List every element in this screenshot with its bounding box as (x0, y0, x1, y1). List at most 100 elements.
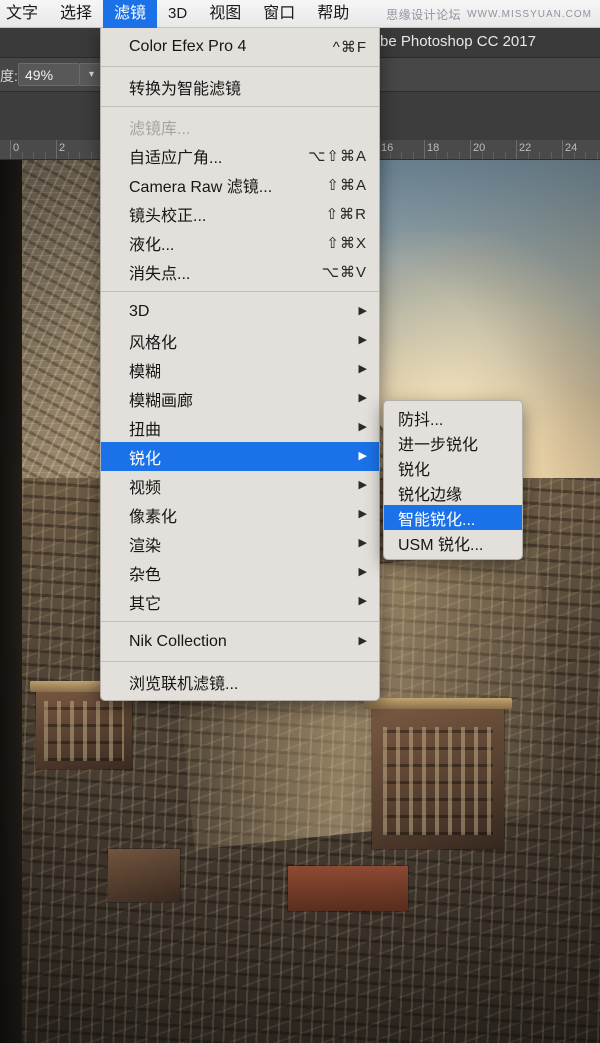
menu-item[interactable]: 模糊画廊 ▶ (101, 384, 379, 413)
sharpen-submenu[interactable]: 防抖... 进一步锐化锐化 锐化边缘智能锐化... USM 锐化... (383, 400, 523, 560)
menubar-item-select[interactable]: 选择 (49, 0, 103, 28)
menu-item-label: Color Efex Pro 4 (129, 37, 247, 55)
ruler-tick-minor (412, 152, 414, 159)
menubar-item-filter[interactable]: 滤镜 (103, 0, 158, 28)
menu-item-label: 浏览联机滤镜... (129, 675, 239, 693)
ruler-tick-minor (44, 152, 46, 159)
ruler-label: 2 (59, 142, 66, 154)
menu-separator (101, 106, 379, 107)
menu-item[interactable]: 其它 ▶ (101, 587, 379, 616)
menu-item-shortcut: ^⌘F (332, 38, 367, 56)
filter-menu[interactable]: Color Efex Pro 4 ^⌘F 转换为智能滤镜滤镜库... 自适应广角...… (100, 28, 380, 701)
watermark-en: WWW.MISSYUAN.COM (467, 8, 592, 20)
menu-separator (101, 621, 379, 622)
ruler-tick-minor (401, 152, 402, 159)
menu-item-label: 防抖... (398, 411, 444, 429)
menubar-item-window[interactable]: 窗口 (252, 0, 306, 28)
menu-item[interactable]: 3D ▶ (101, 297, 379, 326)
menu-item-label: 像素化 (129, 508, 178, 526)
ruler-label: 0 (13, 142, 20, 154)
ruler-tick-major (470, 140, 471, 159)
ruler-tick-minor (493, 152, 494, 159)
menu-item-label: 自适应广角... (129, 149, 223, 167)
menu-item[interactable]: 镜头校正... ⇧⌘R (101, 199, 379, 228)
menu-item[interactable]: 液化... ⇧⌘X (101, 228, 379, 257)
menu-item-label: 杂色 (129, 566, 162, 584)
menu-item[interactable]: 防抖... (384, 405, 522, 430)
menu-item[interactable]: 浏览联机滤镜... (101, 667, 379, 696)
menu-item[interactable]: Nik Collection ▶ (101, 627, 379, 656)
menu-item-label: 滤镜库... (129, 120, 191, 138)
menu-item-label: 渲染 (129, 537, 162, 555)
menu-separator (101, 291, 379, 292)
menu-item-label: 风格化 (129, 334, 178, 352)
chevron-right-icon: ▶ (358, 595, 367, 607)
menu-item[interactable]: USM 锐化... (384, 530, 522, 555)
ruler-tick-major (516, 140, 517, 159)
menu-item[interactable]: 视频 ▶ (101, 471, 379, 500)
menubar-item-3d[interactable]: 3D (157, 0, 198, 28)
menu-item-label: 锐化 (129, 450, 162, 468)
chevron-right-icon: ▶ (358, 479, 367, 491)
watermark-cn: 思缘设计论坛 (386, 7, 462, 22)
menubar-item-view[interactable]: 视图 (198, 0, 252, 28)
ruler-label: 20 (473, 142, 486, 154)
menu-item-label: 锐化 (398, 461, 431, 479)
ruler-tick-minor (447, 152, 448, 159)
menu-item[interactable]: 像素化 ▶ (101, 500, 379, 529)
menu-item-label: 消失点... (129, 265, 191, 283)
opacity-input[interactable]: 49% (18, 63, 80, 86)
menubar-item-help[interactable]: 帮助 (306, 0, 360, 28)
chevron-right-icon: ▶ (358, 305, 367, 317)
menu-item-shortcut: ⌥⇧⌘A (308, 147, 367, 165)
ruler-tick-minor (585, 152, 586, 159)
chevron-right-icon: ▶ (358, 363, 367, 375)
menu-item-label: Nik Collection (129, 632, 227, 650)
menu-item-label: 扭曲 (129, 421, 162, 439)
menu-item[interactable]: 风格化 ▶ (101, 326, 379, 355)
menu-item[interactable]: 转换为智能滤镜 (101, 72, 379, 101)
ruler-tick-minor (21, 152, 23, 159)
menu-item[interactable]: 智能锐化... (384, 505, 522, 530)
menu-item[interactable]: Color Efex Pro 4 ^⌘F (101, 32, 379, 61)
chevron-right-icon: ▶ (358, 334, 367, 346)
ruler-tick-minor (79, 152, 80, 159)
menu-item[interactable]: 消失点... ⌥⌘V (101, 257, 379, 286)
menubar-item-type[interactable]: 文字 (0, 0, 49, 28)
ruler-tick-minor (67, 152, 69, 159)
ruler-label: 18 (427, 142, 440, 154)
chevron-right-icon: ▶ (358, 566, 367, 578)
menu-item-label: USM 锐化... (398, 536, 484, 554)
ruler-label: 22 (519, 142, 532, 154)
menu-item-label: 模糊 (129, 363, 162, 381)
ruler-tick-major (562, 140, 563, 159)
ruler-tick-minor (596, 152, 598, 159)
ruler-tick-minor (539, 152, 540, 159)
menu-item-label: 液化... (129, 236, 175, 254)
opacity-label: 度: (0, 68, 18, 84)
menu-item[interactable]: 杂色 ▶ (101, 558, 379, 587)
menu-item[interactable]: 自适应广角... ⌥⇧⌘A (101, 141, 379, 170)
menu-item-label: 视频 (129, 479, 162, 497)
menu-item: 滤镜库... (101, 112, 379, 141)
menu-item[interactable]: 进一步锐化 (384, 430, 522, 455)
menu-item-label: 进一步锐化 (398, 436, 479, 454)
menu-item[interactable]: 渲染 ▶ (101, 529, 379, 558)
menu-item[interactable]: 锐化边缘 (384, 480, 522, 505)
menu-item[interactable]: 模糊 ▶ (101, 355, 379, 384)
menu-item[interactable]: 锐化 ▶ (101, 442, 379, 471)
menu-item-shortcut: ⌥⌘V (321, 263, 367, 281)
photoshop-window: be Photoshop CC 2017 度: 49% ▾ 0 2 16 18 20 22… (0, 0, 600, 1043)
menu-item-label: 智能锐化... (398, 511, 476, 529)
chevron-right-icon: ▶ (358, 421, 367, 433)
menu-item[interactable]: 锐化 (384, 455, 522, 480)
app-title: be Photoshop CC 2017 (380, 33, 536, 50)
menu-item-shortcut: ⇧⌘A (326, 176, 367, 194)
menu-item[interactable]: 扭曲 ▶ (101, 413, 379, 442)
ruler-tick-major (424, 140, 425, 159)
chevron-right-icon: ▶ (358, 508, 367, 520)
menu-item[interactable]: Camera Raw 滤镜... ⇧⌘A (101, 170, 379, 199)
menu-item-label: 模糊画廊 (129, 392, 194, 410)
menu-item-shortcut: ⇧⌘R (325, 205, 367, 223)
chevron-right-icon: ▶ (358, 537, 367, 549)
